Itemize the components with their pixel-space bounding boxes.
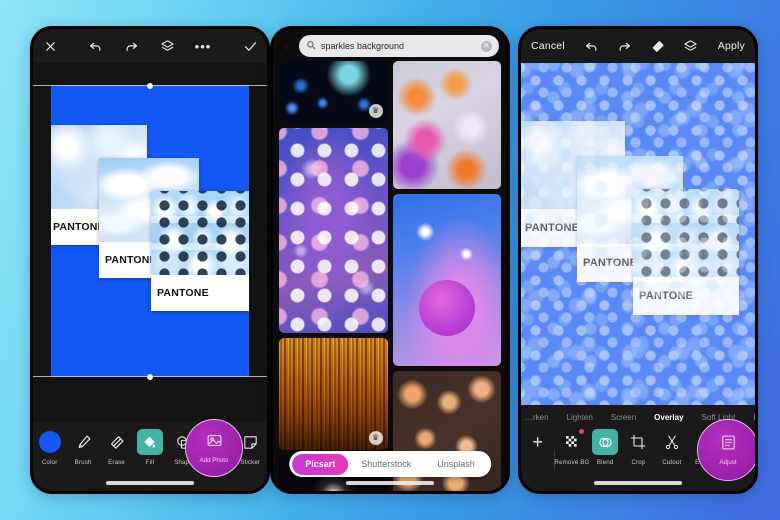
brush-icon — [70, 429, 96, 455]
result-purple-stars-photo[interactable] — [279, 128, 388, 333]
blue-plush-toys-photo — [151, 191, 249, 275]
close-icon[interactable] — [33, 40, 67, 53]
more-options-icon[interactable]: ••• — [188, 40, 218, 53]
tool-label: Brush — [74, 459, 92, 466]
redo-icon[interactable] — [118, 39, 144, 54]
tool-remove-bg[interactable]: Remove BG — [554, 429, 590, 466]
tool-label: Erase — [108, 459, 126, 466]
search-value: sparkles background — [321, 41, 405, 51]
cancel-button[interactable]: Cancel — [531, 40, 565, 52]
tool-blend[interactable]: Blend — [589, 429, 622, 466]
result-dark-blue-sparkles-photo[interactable]: ♛ — [279, 61, 388, 123]
search-input[interactable]: sparkles background ✕ — [299, 35, 499, 57]
pantone-label: PANTONE — [53, 221, 105, 233]
tool-color[interactable]: Color — [33, 429, 66, 466]
done-checkmark-icon[interactable] — [233, 39, 267, 54]
tool-cutout[interactable]: Cutout — [655, 429, 688, 466]
clear-search-icon[interactable]: ✕ — [481, 40, 492, 52]
magenta-circle-shape — [418, 279, 475, 336]
phone-blend-editor: Cancel Apply PANTONE PANTONE PANTONE …rk… — [518, 26, 758, 494]
phone1-topbar: ••• — [33, 29, 267, 63]
fab-label: Adjust — [719, 459, 737, 466]
result-butterflies-flowers-photo[interactable] — [392, 61, 501, 189]
blend-mode-hard-light[interactable]: Hard Light — [744, 413, 755, 422]
tool-label: Sticker — [240, 459, 261, 466]
crop-icon — [625, 429, 651, 455]
tab-picsart[interactable]: Picsart — [292, 453, 349, 475]
adjust-icon — [720, 434, 737, 456]
tab-unsplash[interactable]: Unsplash — [424, 454, 488, 475]
paint-bucket-icon — [136, 429, 163, 455]
home-indicator — [106, 481, 194, 485]
result-galaxy-circle-photo[interactable] — [392, 194, 501, 366]
tool-label: Remove BG — [554, 459, 590, 466]
blend-mode-overlay[interactable]: Overlay — [645, 413, 692, 422]
source-tabs: Picsart Shutterstock Unsplash — [289, 451, 491, 477]
redo-icon[interactable] — [613, 39, 637, 54]
search-bar: ‹ sparkles background ✕ — [281, 35, 499, 57]
tool-erase[interactable]: Erase — [100, 429, 133, 466]
pantone-label: PANTONE — [105, 254, 157, 266]
remove-bg-icon — [559, 429, 585, 455]
search-results-grid: ♛ ♛ ♛ — [279, 61, 501, 491]
tool-fill[interactable]: Fill — [133, 429, 166, 466]
tool-label: Cutout — [662, 459, 682, 466]
photo-icon — [206, 432, 223, 454]
pantone-label: PANTONE — [583, 257, 638, 270]
blend-canvas[interactable]: PANTONE PANTONE PANTONE — [521, 63, 755, 405]
canvas-guide-bottom[interactable] — [33, 373, 267, 380]
phone3-canvas-area: PANTONE PANTONE PANTONE — [521, 63, 755, 405]
color-swatch-icon — [38, 431, 61, 453]
result-gold-glitter-photo[interactable]: ♛ — [279, 338, 388, 450]
phone-editor-canvas: ••• PANTONE PANTONE PANTONE Color Brush … — [30, 26, 270, 494]
undo-icon[interactable] — [82, 39, 108, 54]
pantone-card[interactable]: PANTONE — [633, 189, 739, 315]
tool-label: Color — [41, 459, 58, 466]
pantone-card[interactable]: PANTONE — [151, 191, 249, 311]
pantone-label: PANTONE — [525, 222, 580, 235]
screenshot-stage: ••• PANTONE PANTONE PANTONE Color Brush … — [0, 0, 780, 520]
tool-crop[interactable]: Crop — [622, 429, 655, 466]
cutout-icon — [659, 429, 685, 455]
blend-mode-darken[interactable]: …rken — [521, 413, 558, 422]
phone1-screen: ••• PANTONE PANTONE PANTONE Color Brush … — [33, 29, 267, 491]
add-photo-fab-button[interactable]: Add Photo — [185, 419, 243, 477]
pantone-label: PANTONE — [639, 290, 694, 303]
results-column-right — [392, 61, 501, 491]
back-chevron-icon[interactable]: ‹ — [281, 39, 293, 54]
blend-mode-screen[interactable]: Screen — [602, 413, 645, 422]
phone3-topbar: Cancel Apply — [521, 29, 755, 63]
home-indicator — [346, 481, 434, 485]
eraser-icon[interactable] — [646, 39, 670, 54]
tab-shutterstock[interactable]: Shutterstock — [348, 454, 424, 475]
eraser-icon — [104, 429, 130, 455]
premium-crown-icon: ♛ — [368, 104, 383, 118]
canvas-guide-top[interactable] — [33, 82, 267, 89]
phone1-canvas-area: PANTONE PANTONE PANTONE — [33, 63, 267, 429]
plus-icon: + — [532, 432, 543, 452]
blend-icon — [592, 429, 619, 455]
blue-plush-toys-photo — [633, 189, 739, 278]
adjust-fab-button[interactable]: Adjust — [697, 419, 755, 481]
layers-icon[interactable] — [154, 39, 180, 54]
blend-mode-lighten[interactable]: Lighten — [558, 413, 602, 422]
premium-crown-icon: ♛ — [368, 431, 383, 445]
editor-canvas[interactable]: PANTONE PANTONE PANTONE — [51, 85, 249, 377]
results-column-left: ♛ ♛ ♛ — [279, 61, 388, 491]
tool-label: Fill — [145, 459, 155, 466]
layers-icon[interactable] — [679, 39, 703, 54]
tool-add-layer[interactable]: + — [521, 429, 554, 459]
phone2-screen: ‹ sparkles background ✕ ♛ ♛ Picsart Shut… — [273, 29, 507, 491]
tool-label: Crop — [631, 459, 646, 466]
fab-label: Add Photo — [199, 457, 229, 464]
home-indicator — [594, 481, 682, 485]
undo-icon[interactable] — [580, 39, 604, 54]
phone-photo-search: ‹ sparkles background ✕ ♛ ♛ Picsart Shut… — [270, 26, 510, 494]
apply-button[interactable]: Apply — [718, 40, 745, 52]
search-icon — [306, 37, 316, 55]
tool-brush[interactable]: Brush — [66, 429, 99, 466]
phone3-screen: Cancel Apply PANTONE PANTONE PANTONE …rk… — [521, 29, 755, 491]
tool-label: Blend — [596, 459, 614, 466]
pantone-label: PANTONE — [157, 287, 209, 299]
